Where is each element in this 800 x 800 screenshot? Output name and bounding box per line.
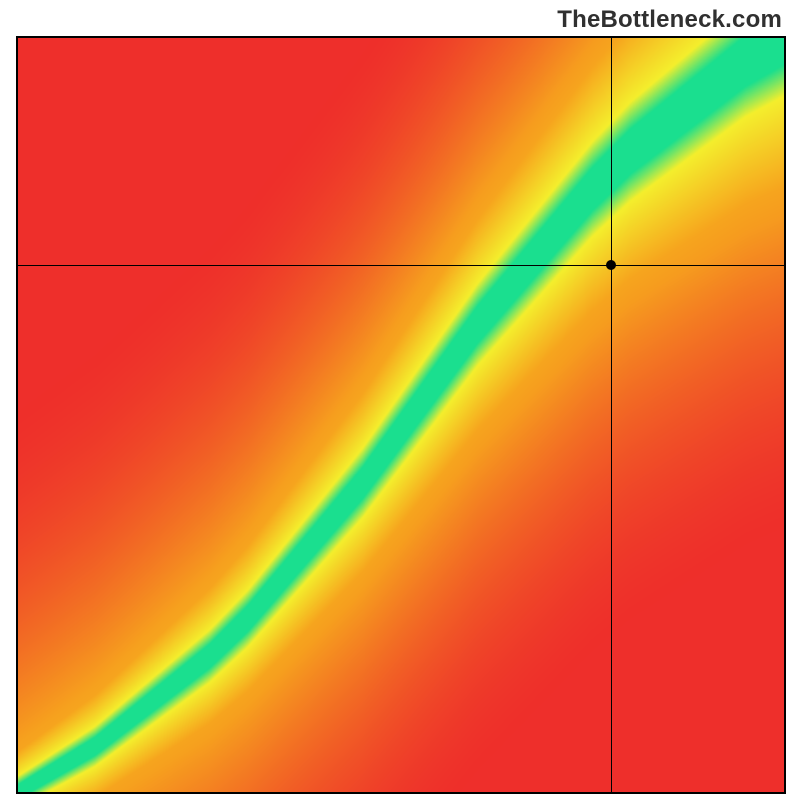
- heatmap-canvas: [18, 38, 784, 792]
- crosshair-vertical: [611, 38, 612, 792]
- marker-dot: [606, 260, 616, 270]
- heatmap-plot: [16, 36, 786, 794]
- crosshair-horizontal: [18, 265, 784, 266]
- watermark-text: TheBottleneck.com: [557, 6, 782, 34]
